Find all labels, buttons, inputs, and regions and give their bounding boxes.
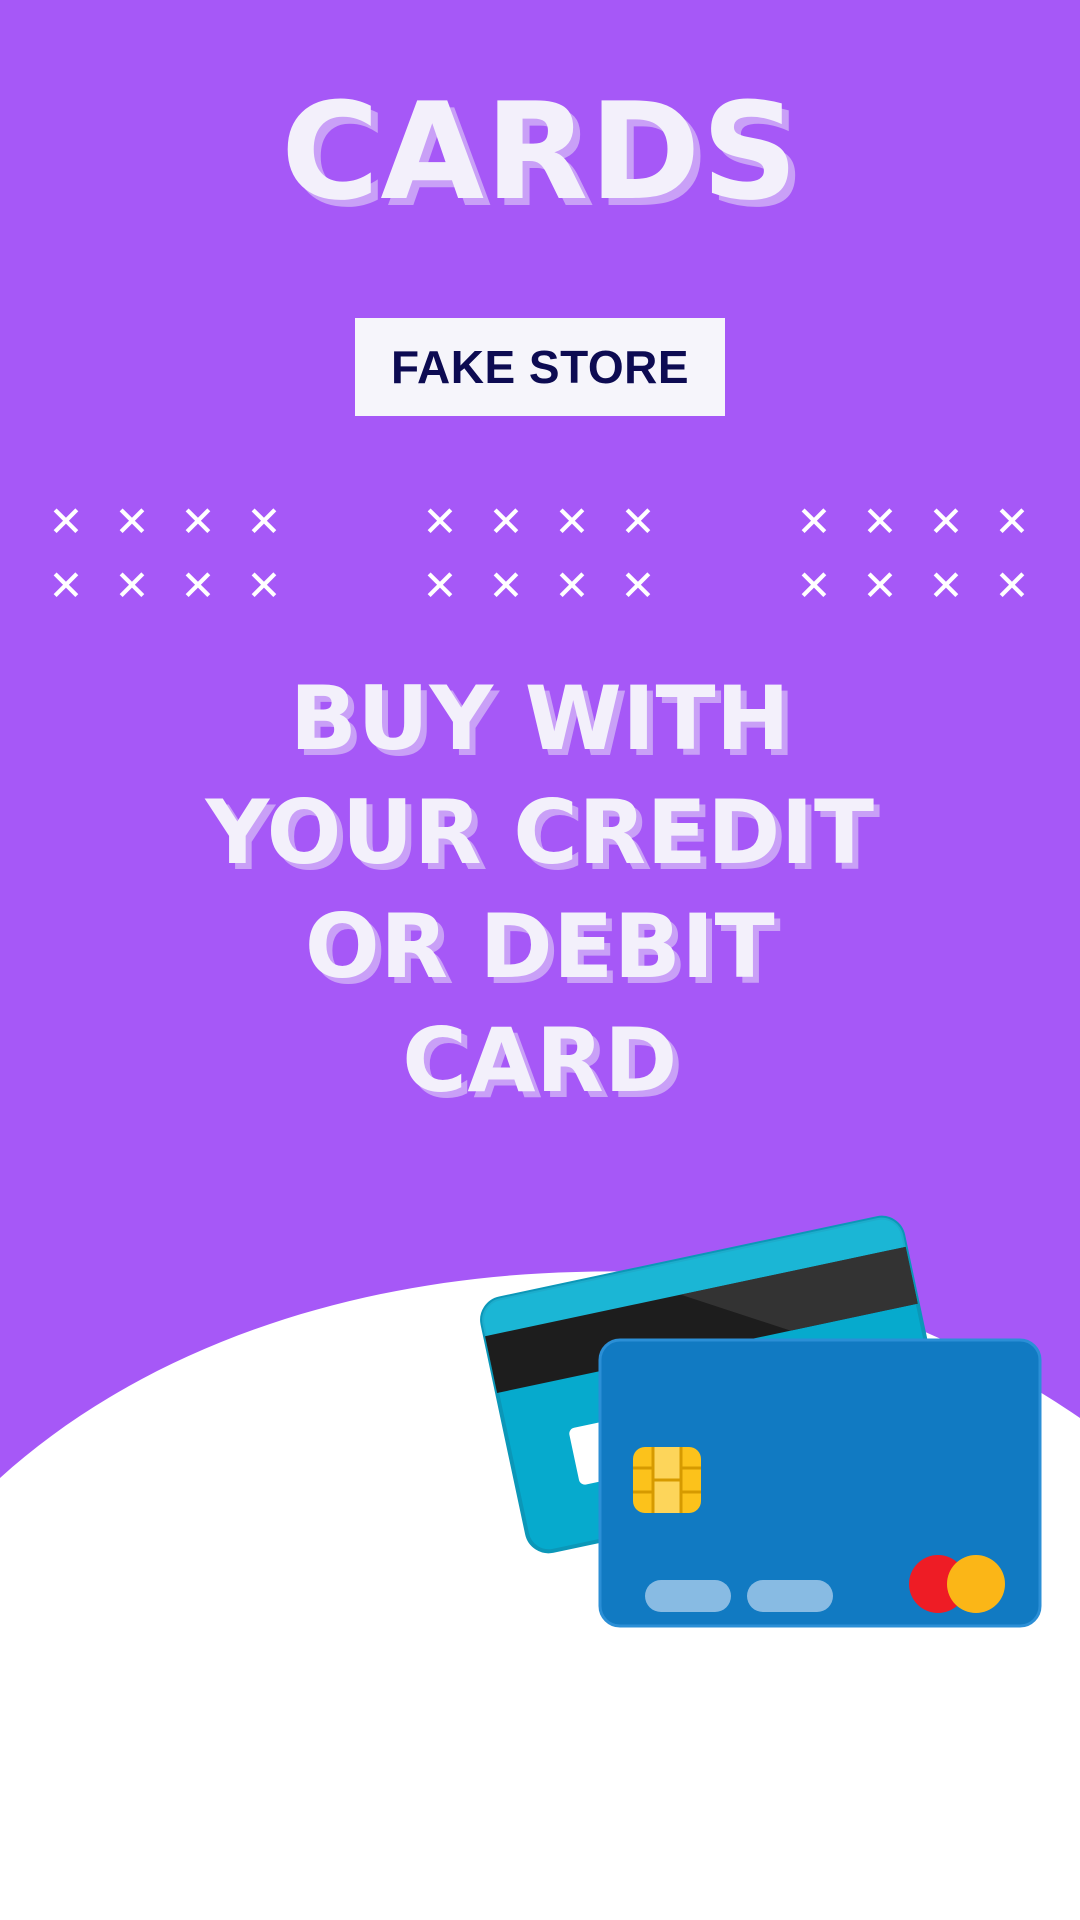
tagline-line: OR DEBIT xyxy=(304,895,776,998)
x-mark-icon: ✕ xyxy=(246,561,282,610)
tagline-line: CARD xyxy=(402,1009,678,1112)
x-mark-icon: ✕ xyxy=(796,561,832,610)
page-title: CARDS xyxy=(281,74,799,230)
card-number-placeholder xyxy=(747,1580,833,1612)
x-mark-icon: ✕ xyxy=(994,497,1030,546)
decorative-x-group: ✕ ✕ ✕ ✕ ✕ ✕ ✕ ✕ xyxy=(407,490,671,618)
x-mark-icon: ✕ xyxy=(554,497,590,546)
decorative-x-group: ✕ ✕ ✕ ✕ ✕ ✕ ✕ ✕ xyxy=(781,490,1045,618)
x-mark-icon: ✕ xyxy=(994,561,1030,610)
x-mark-icon: ✕ xyxy=(48,497,84,546)
store-badge: FAKE STORE xyxy=(355,318,725,416)
x-mark-icon: ✕ xyxy=(620,497,656,546)
x-mark-icon: ✕ xyxy=(620,561,656,610)
x-mark-icon: ✕ xyxy=(180,497,216,546)
x-mark-icon: ✕ xyxy=(928,497,964,546)
credit-cards-illustration xyxy=(480,1215,1042,1628)
x-mark-icon: ✕ xyxy=(488,561,524,610)
decorative-x-group: ✕ ✕ ✕ ✕ ✕ ✕ ✕ ✕ xyxy=(33,490,297,618)
tagline: BUY WITH YOUR CREDIT OR DEBIT CARD xyxy=(0,662,1080,1118)
x-mark-icon: ✕ xyxy=(488,497,524,546)
x-mark-icon: ✕ xyxy=(114,497,150,546)
mastercard-logo-icon xyxy=(909,1555,1005,1613)
x-mark-icon: ✕ xyxy=(422,561,458,610)
x-mark-icon: ✕ xyxy=(862,561,898,610)
tagline-line: BUY WITH xyxy=(289,667,791,770)
tagline-line: YOUR CREDIT xyxy=(205,781,875,884)
x-mark-icon: ✕ xyxy=(422,497,458,546)
x-mark-icon: ✕ xyxy=(796,497,832,546)
x-mark-icon: ✕ xyxy=(48,561,84,610)
x-mark-icon: ✕ xyxy=(554,561,590,610)
x-mark-icon: ✕ xyxy=(246,497,282,546)
x-mark-icon: ✕ xyxy=(180,561,216,610)
x-mark-icon: ✕ xyxy=(862,497,898,546)
chip-icon xyxy=(633,1447,701,1513)
x-mark-icon: ✕ xyxy=(928,561,964,610)
credit-card-front-icon xyxy=(598,1338,1042,1628)
x-mark-icon: ✕ xyxy=(114,561,150,610)
store-badge-label: FAKE STORE xyxy=(390,341,690,393)
card-number-placeholder xyxy=(645,1580,731,1612)
